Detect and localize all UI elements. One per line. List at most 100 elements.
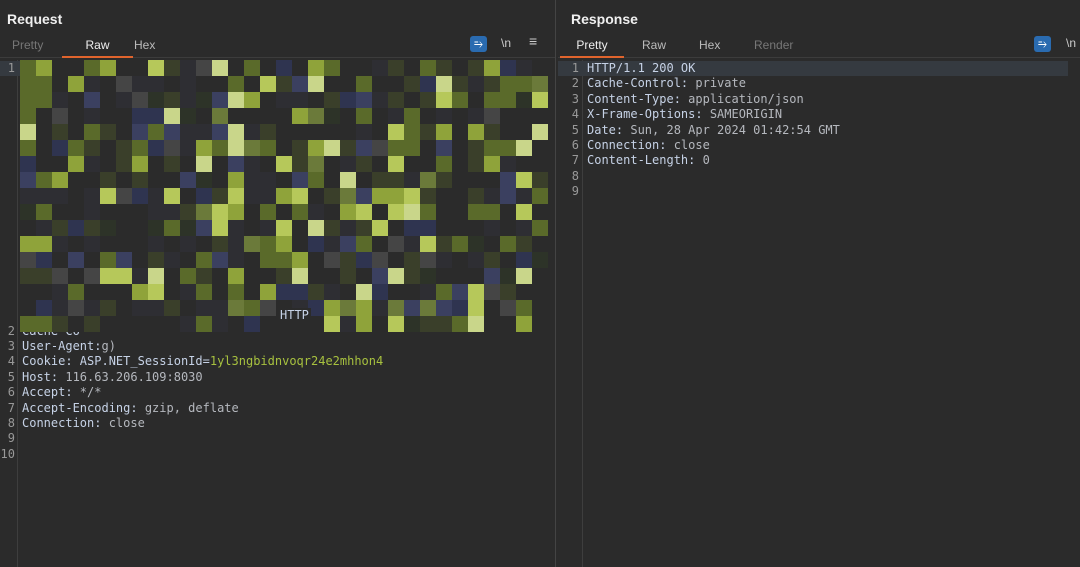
redaction-block	[228, 220, 244, 236]
redaction-block	[340, 252, 356, 268]
line-number: 4	[571, 107, 579, 122]
response-line-8: 8	[558, 169, 1068, 184]
response-pane: Response Pretty Raw Hex Render ⥱ \n 1 HTT…	[558, 0, 1080, 567]
redacted-request-line	[20, 60, 548, 332]
redaction-block	[52, 92, 68, 108]
redaction-block	[436, 300, 452, 316]
redaction-block	[356, 172, 372, 188]
redaction-block	[132, 204, 148, 220]
redaction-block	[132, 140, 148, 156]
redaction-block	[388, 60, 404, 76]
header-value: SAMEORIGIN	[702, 107, 783, 122]
redaction-block	[164, 124, 180, 140]
redaction-block	[420, 188, 436, 204]
redaction-block	[212, 124, 228, 140]
redaction-block	[36, 108, 52, 124]
redaction-block	[532, 172, 548, 188]
newline-toggle[interactable]: \n	[501, 36, 511, 50]
redaction-block	[180, 108, 196, 124]
redaction-block	[340, 92, 356, 108]
header-value: g)	[101, 338, 116, 353]
redaction-block	[532, 220, 548, 236]
redaction-block	[84, 156, 100, 172]
redaction-block	[228, 156, 244, 172]
request-line-8: 8 Connection: close	[0, 416, 543, 431]
redaction-block	[148, 124, 164, 140]
redaction-block	[20, 60, 36, 76]
redaction-block	[116, 268, 132, 284]
redaction-block	[500, 124, 516, 140]
tab-render[interactable]: Render	[742, 37, 805, 58]
response-editor[interactable]: 1 HTTP/1.1 200 OK 2 Cache-Control: private 3…	[558, 60, 1080, 567]
tab-pretty[interactable]: Pretty	[0, 37, 55, 58]
redaction-block	[500, 300, 516, 316]
redaction-block	[420, 300, 436, 316]
redaction-block	[100, 300, 116, 316]
redaction-block	[404, 156, 420, 172]
redaction-block	[20, 124, 36, 140]
redaction-block	[436, 156, 452, 172]
redaction-block	[100, 236, 116, 252]
redaction-block	[340, 300, 356, 316]
redaction-block	[52, 252, 68, 268]
redaction-block	[356, 316, 372, 332]
redaction-block	[276, 252, 292, 268]
redaction-block	[404, 284, 420, 300]
redaction-block	[516, 284, 532, 300]
redaction-block	[484, 140, 500, 156]
redaction-block	[228, 316, 244, 332]
redaction-block	[244, 92, 260, 108]
redaction-block	[388, 76, 404, 92]
redaction-block	[212, 172, 228, 188]
tab-hex[interactable]: Hex	[687, 37, 732, 58]
redaction-block	[404, 316, 420, 332]
redaction-block	[420, 156, 436, 172]
redaction-block	[260, 220, 276, 236]
redaction-block	[324, 108, 340, 124]
wrap-lines-button[interactable]: ⥱	[470, 36, 487, 52]
tab-raw[interactable]: Raw	[630, 37, 678, 58]
redaction-block	[532, 268, 548, 284]
redaction-block	[100, 316, 116, 332]
tab-pretty[interactable]: Pretty	[560, 37, 624, 58]
redaction-block	[404, 300, 420, 316]
redaction-block	[324, 172, 340, 188]
header-value: 0	[695, 153, 710, 168]
redaction-block	[68, 252, 84, 268]
header-value: 1yl3ngbidnvoqr24e2mhhon4	[209, 354, 384, 369]
redaction-block	[388, 220, 404, 236]
redaction-block	[404, 188, 420, 204]
redaction-block	[164, 156, 180, 172]
redaction-block	[532, 204, 548, 220]
redaction-block	[20, 76, 36, 92]
redaction-block	[404, 252, 420, 268]
redaction-block	[292, 108, 308, 124]
redaction-block	[516, 204, 532, 220]
hamburger-menu-icon[interactable]: ≡	[529, 33, 537, 49]
redaction-block	[276, 284, 292, 300]
redaction-block	[116, 204, 132, 220]
header-name: Connection:	[587, 138, 667, 152]
redaction-block	[516, 236, 532, 252]
redaction-block	[228, 252, 244, 268]
redaction-block	[100, 92, 116, 108]
header-name: Content-Length:	[587, 153, 696, 168]
redaction-block	[324, 236, 340, 252]
redaction-block	[196, 156, 212, 172]
redaction-block	[372, 284, 388, 300]
newline-toggle[interactable]: \n	[1066, 36, 1076, 50]
redaction-block	[452, 300, 468, 316]
redaction-block	[180, 76, 196, 92]
redaction-block	[132, 92, 148, 108]
wrap-lines-button[interactable]: ⥱	[1034, 36, 1051, 52]
tab-hex[interactable]: Hex	[122, 37, 167, 58]
redaction-block	[516, 220, 532, 236]
redaction-block	[20, 92, 36, 108]
redaction-block	[196, 284, 212, 300]
redaction-block	[500, 220, 516, 236]
redaction-block	[500, 156, 516, 172]
redaction-block	[132, 156, 148, 172]
redaction-block	[388, 92, 404, 108]
redaction-block	[36, 204, 52, 220]
redaction-block	[356, 204, 372, 220]
